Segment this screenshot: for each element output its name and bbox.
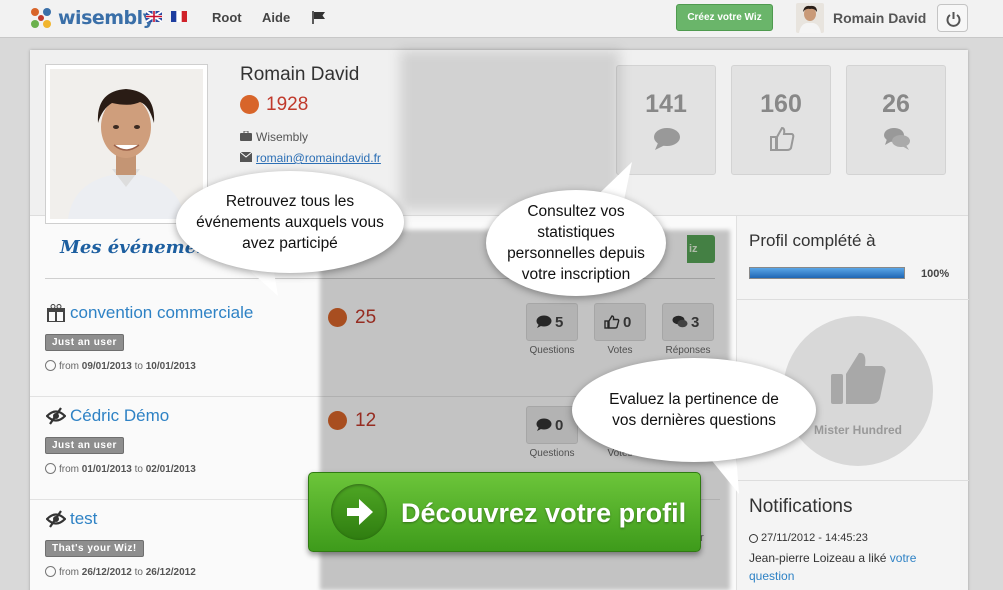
nav-link-root[interactable]: Root [212, 10, 242, 25]
event-role-badge: That's your Wiz! [45, 540, 144, 557]
uk-flag-icon[interactable] [146, 11, 162, 22]
briefcase-icon [240, 131, 252, 141]
notifications-title: Notifications [749, 496, 853, 517]
logo-text: wisembly [58, 7, 155, 29]
french-flag-icon[interactable] [171, 11, 187, 22]
clock-icon [749, 534, 758, 543]
top-username[interactable]: Romain David [833, 10, 926, 26]
create-wiz-button[interactable]: Créez votre Wiz [676, 4, 773, 31]
notification-text: Jean-pierre Loizeau a liké votre questio… [749, 551, 917, 583]
profile-company: Wisembly [256, 130, 309, 144]
profile-progress-bar [749, 267, 905, 279]
arrow-right-icon [331, 484, 387, 540]
stat-replies-box: 26 [846, 65, 946, 175]
stat-votes-box: 160 [731, 65, 831, 175]
event-dates: from 26/12/2012 to 26/12/2012 [45, 566, 196, 578]
event-dates: from 01/01/2013 to 02/01/2013 [45, 463, 196, 475]
speech-bubble-icon [654, 128, 680, 150]
replies-icon [884, 128, 910, 150]
progress-fill [750, 268, 904, 278]
stat-questions-value: 141 [645, 90, 687, 118]
top-bar: wisembly Root Aide Créez votre Wiz Romai… [0, 0, 1003, 38]
profile-email-link[interactable]: romain@romaindavid.fr [256, 151, 381, 165]
notification-time: 27/11/2012 - 14:45:23 [749, 532, 868, 544]
event-name[interactable]: convention commerciale [70, 303, 253, 323]
sidebar-divider [737, 480, 969, 481]
thumbs-up-icon [770, 126, 795, 151]
logout-button[interactable] [937, 4, 968, 32]
event-dates: from 09/01/2013 to 10/01/2013 [45, 360, 196, 372]
questions-tooltip-bubble: Evaluez la pertinence de vos dernières q… [572, 358, 816, 462]
hidden-eye-icon [46, 510, 66, 528]
power-icon [946, 12, 961, 27]
progress-percent: 100% [921, 268, 950, 280]
stat-votes-value: 160 [760, 90, 802, 118]
user-avatar[interactable] [796, 3, 824, 33]
report-flag-icon[interactable] [312, 11, 326, 24]
hidden-eye-icon [46, 407, 66, 425]
clock-icon [45, 360, 56, 371]
clock-icon [45, 566, 56, 577]
gift-icon [47, 304, 65, 322]
event-role-badge: Just an user [45, 437, 124, 454]
wisembly-logo-mark-icon [31, 8, 51, 28]
sidebar-divider [737, 299, 969, 300]
stats-tooltip-bubble: Consultez vos statistiques personnelles … [486, 190, 666, 296]
envelope-icon [240, 152, 252, 162]
events-tooltip-bubble: Retrouvez tous les événements auxquels v… [176, 171, 404, 273]
profile-name: Romain David [240, 64, 360, 85]
event-role-badge: Just an user [45, 334, 124, 351]
profile-points: 1928 [266, 94, 309, 115]
event-name[interactable]: Cédric Démo [70, 406, 169, 426]
stat-questions-box: 141 [616, 65, 716, 175]
profile-photo [45, 64, 208, 224]
profile-complete-title: Profil complété à [749, 231, 876, 250]
wisembly-logo[interactable]: wisembly [28, 3, 155, 33]
wisembly-points-icon [240, 95, 259, 114]
stat-replies-value: 26 [882, 90, 910, 118]
clock-icon [45, 463, 56, 474]
thumbs-up-icon [831, 352, 886, 404]
event-name[interactable]: test [70, 509, 97, 529]
nav-link-aide[interactable]: Aide [262, 10, 290, 25]
discover-profile-button[interactable]: Découvrez votre profil [308, 472, 701, 552]
discover-profile-label: Découvrez votre profil [401, 498, 687, 528]
